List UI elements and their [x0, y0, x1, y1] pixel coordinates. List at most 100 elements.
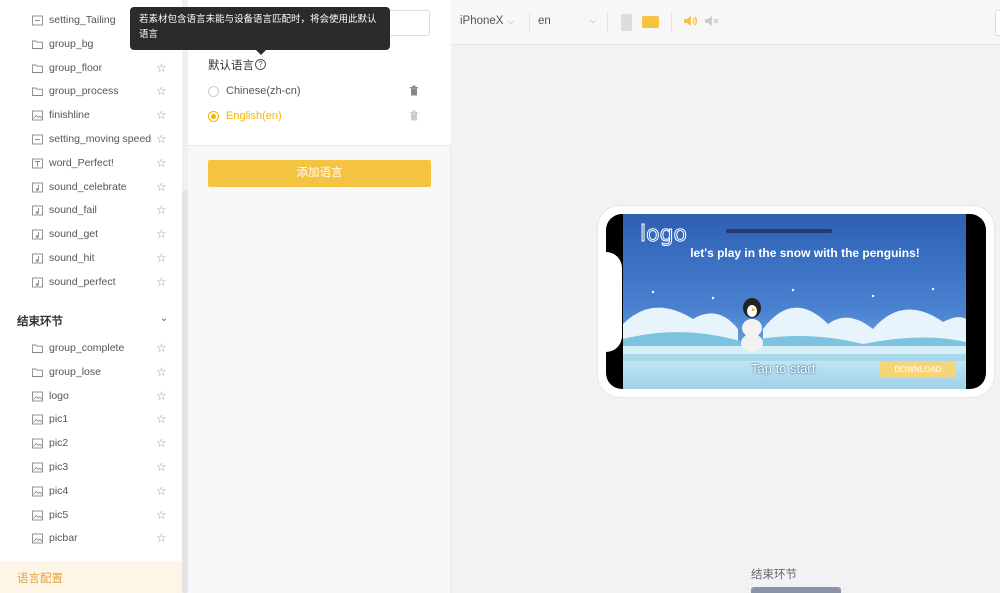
star-icon[interactable]: ☆ [156, 389, 167, 403]
star-icon[interactable]: ☆ [156, 412, 167, 426]
star-icon[interactable]: ☆ [156, 365, 167, 379]
star-icon[interactable]: ☆ [156, 251, 167, 265]
star-icon[interactable]: ☆ [156, 341, 167, 355]
asset-sidebar: setting_Tailing☆group_bg☆group_floor☆gro… [0, 0, 182, 593]
asset-item[interactable]: group_floor ☆ [0, 57, 182, 81]
language-option-chinese[interactable]: Chinese(zh-cn) [208, 83, 428, 101]
sound-icon [32, 253, 43, 264]
asset-item-label: setting_moving speed [49, 133, 152, 145]
trash-icon[interactable] [409, 110, 419, 121]
asset-item[interactable]: logo ☆ [0, 385, 182, 409]
preview-area: iPhoneX ⌵ en ⌵ logo let's play in the snow… [451, 0, 1000, 593]
chevron-down-icon: ⌵ [590, 16, 597, 25]
asset-item[interactable]: pic3 ☆ [0, 456, 182, 480]
toolbar-more-button[interactable] [995, 10, 1000, 36]
star-icon[interactable]: ☆ [156, 508, 167, 522]
star-icon[interactable]: ☆ [156, 436, 167, 450]
star-icon[interactable]: ☆ [156, 227, 167, 241]
folder-icon [32, 367, 43, 378]
help-icon[interactable]: ? [255, 59, 266, 70]
star-icon[interactable]: ☆ [156, 84, 167, 98]
search-input[interactable] [388, 10, 430, 36]
asset-item-label: finishline [49, 109, 90, 122]
asset-item-label: pic5 [49, 508, 69, 521]
asset-item-label: sound_celebrate [49, 180, 127, 193]
image-icon [32, 486, 43, 497]
asset-item[interactable]: group_process ☆ [0, 80, 182, 104]
asset-item-label: pic2 [49, 437, 69, 450]
language-label-chinese: Chinese(zh-cn) [226, 85, 301, 97]
volume-mute-icon[interactable] [703, 13, 719, 29]
scene-thumbnail[interactable] [751, 587, 841, 593]
asset-item-label: word_Perfect! [49, 156, 114, 169]
star-icon[interactable]: ☆ [156, 275, 167, 289]
tap-to-start-text[interactable]: Tap to start [751, 361, 815, 376]
star-icon[interactable]: ☆ [156, 108, 167, 122]
asset-item[interactable]: group_lose ☆ [0, 361, 182, 385]
asset-item-label: sound_perfect [49, 275, 116, 288]
asset-item[interactable]: picbar ☆ [0, 527, 182, 551]
volume-on-icon[interactable] [682, 13, 698, 29]
asset-item[interactable]: sound_celebrate ☆ [0, 176, 182, 200]
section-end-header[interactable]: 结束环节 ⌄ [17, 313, 172, 333]
image-icon [32, 391, 43, 402]
asset-item[interactable]: word_Perfect! ☆ [0, 152, 182, 176]
folder-icon [32, 39, 43, 50]
language-option-english[interactable]: English(en) [208, 108, 428, 126]
phone-screen: logo let's play in the snow with the pen… [606, 214, 986, 389]
asset-item-label: group_complete [49, 342, 125, 354]
preview-language-select[interactable]: en ⌵ [538, 15, 596, 27]
trash-icon[interactable] [409, 85, 419, 96]
asset-item-label: group_floor [49, 61, 103, 74]
star-icon[interactable]: ☆ [156, 61, 167, 75]
chevron-down-icon[interactable]: ⌄ [160, 313, 168, 324]
star-icon[interactable]: ☆ [156, 460, 167, 474]
image-icon [32, 510, 43, 521]
sidebar-item-language-config[interactable]: 语言配置 [0, 561, 182, 593]
asset-item[interactable]: sound_fail ☆ [0, 199, 182, 223]
star-icon[interactable]: ☆ [156, 132, 167, 146]
asset-item[interactable]: pic5 ☆ [0, 504, 182, 528]
image-icon [32, 438, 43, 449]
device-select[interactable]: iPhoneX ⌵ [460, 15, 514, 27]
star-icon[interactable]: ☆ [156, 180, 167, 194]
star-icon[interactable]: ☆ [156, 156, 167, 170]
add-language-button[interactable]: 添加语言 [208, 160, 431, 187]
asset-item[interactable]: pic2 ☆ [0, 432, 182, 456]
asset-item[interactable]: sound_hit ☆ [0, 247, 182, 271]
star-icon[interactable]: ☆ [156, 203, 167, 217]
asset-item-label: pic1 [49, 413, 69, 426]
snow-hills-illustration [623, 287, 966, 364]
game-preview[interactable]: logo let's play in the snow with the pen… [623, 214, 966, 389]
home-indicator [726, 229, 832, 233]
image-icon [32, 533, 43, 544]
asset-item-label: picbar [49, 532, 78, 545]
penguin-illustration [741, 298, 763, 352]
preview-language-value: en [538, 15, 551, 27]
asset-item[interactable]: finishline ☆ [0, 104, 182, 128]
asset-item-label: group_lose [49, 365, 101, 378]
sound-icon [32, 229, 43, 240]
game-headline: let's play in the snow with the penguins… [690, 246, 920, 260]
asset-item[interactable]: pic4 ☆ [0, 480, 182, 504]
radio-chinese[interactable] [208, 86, 219, 97]
setting-icon [32, 15, 43, 26]
asset-item[interactable]: sound_perfect ☆ [0, 271, 182, 295]
scene-label: 结束环节 [751, 569, 797, 581]
asset-item[interactable]: setting_moving speed ☆ [0, 128, 182, 152]
asset-item[interactable]: sound_get ☆ [0, 223, 182, 247]
asset-item[interactable]: group_complete ☆ [0, 337, 182, 361]
landscape-orientation-button[interactable] [642, 16, 659, 28]
star-icon[interactable]: ☆ [156, 484, 167, 498]
device-select-value: iPhoneX [460, 15, 504, 27]
divider [529, 13, 530, 33]
image-icon [32, 110, 43, 121]
asset-item[interactable]: pic1 ☆ [0, 408, 182, 432]
portrait-orientation-button[interactable] [621, 14, 632, 31]
phone-frame: logo let's play in the snow with the pen… [598, 206, 994, 397]
radio-english[interactable] [208, 111, 219, 122]
star-icon[interactable]: ☆ [156, 531, 167, 545]
asset-item-label: sound_hit [49, 252, 95, 264]
chevron-down-icon: ⌵ [507, 17, 514, 26]
download-button[interactable]: DOWNLOAD [880, 361, 956, 378]
